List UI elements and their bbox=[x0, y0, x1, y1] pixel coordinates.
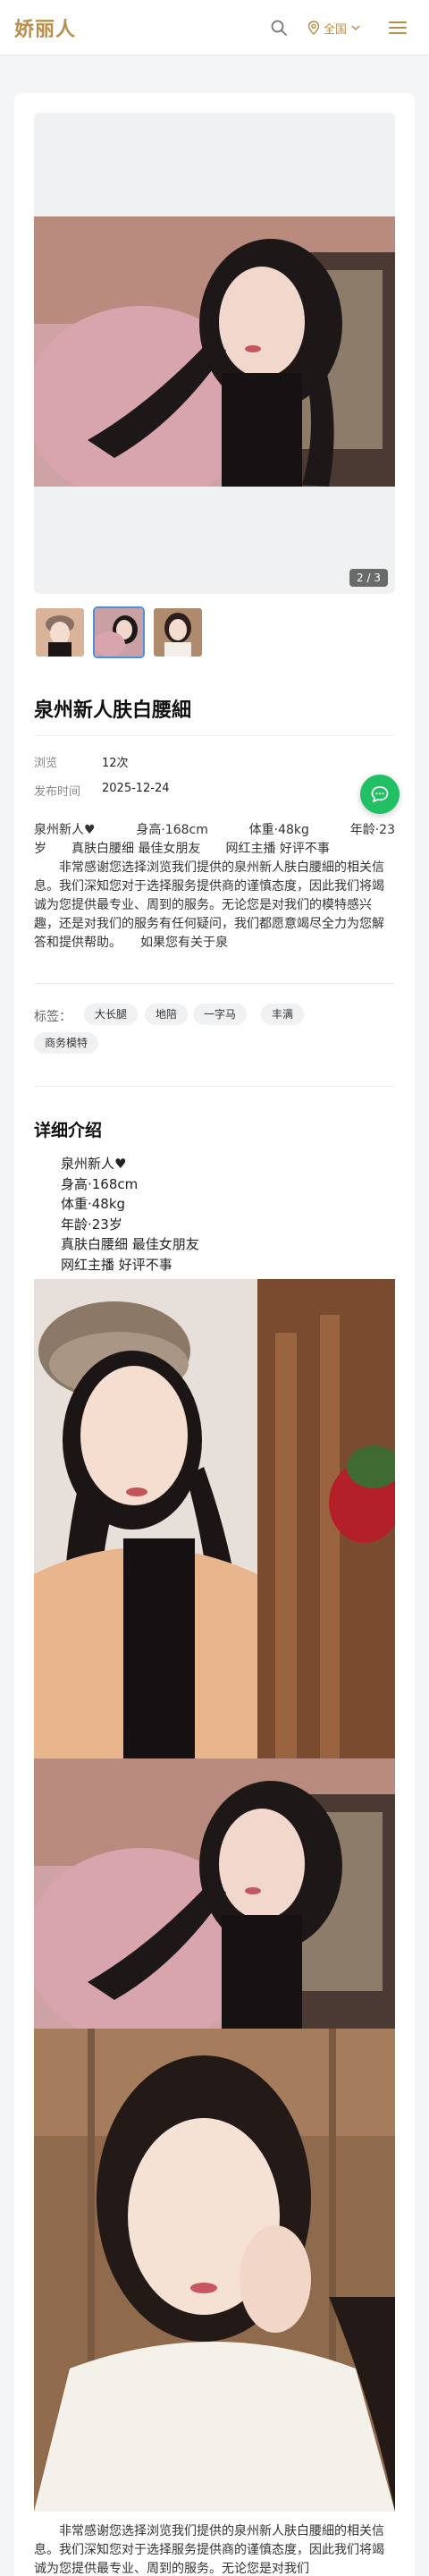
region-label: 全国 bbox=[324, 22, 348, 37]
tag-item[interactable]: 大长腿 bbox=[84, 1004, 139, 1025]
detail-line: 真肤白腰细 最佳女朋友 bbox=[61, 1236, 199, 1252]
region-selector[interactable]: 全国 bbox=[307, 17, 361, 38]
tags-label: 标签： bbox=[34, 1010, 72, 1024]
main-photo[interactable] bbox=[34, 216, 395, 487]
tag-item[interactable]: 丰满 bbox=[261, 1004, 305, 1025]
intro-stat: 年龄·23 bbox=[349, 823, 395, 837]
chat-bubble-icon bbox=[371, 786, 389, 802]
thumbnail-3[interactable] bbox=[152, 606, 204, 658]
detail-line: 体重·48kg bbox=[61, 1196, 126, 1212]
detail-line: 网红主播 好评不事 bbox=[61, 1256, 172, 1273]
divider bbox=[34, 1086, 395, 1087]
site-logo[interactable]: 娇丽人 bbox=[14, 13, 76, 42]
image-counter: 2 / 3 bbox=[349, 569, 388, 587]
menu-icon bbox=[389, 21, 407, 34]
intro-stats-row: 泉州新人♥ 身高·168cm 体重·48kg 年龄·23 bbox=[34, 821, 395, 840]
detail-photo-3[interactable] bbox=[34, 2029, 395, 2512]
listing-title: 泉州新人肤白腰細 bbox=[34, 699, 192, 722]
tag-item[interactable]: 地陪 bbox=[145, 1004, 189, 1025]
listing-card: 2 / 3 泉州新人肤白腰細 浏览 12次 发布时间 2025-12-24 泉州… bbox=[14, 93, 415, 2576]
detail-line: 泉州新人♥ bbox=[61, 1156, 127, 1172]
date-label: 发布时间 bbox=[34, 785, 81, 799]
tag-item[interactable]: 商务模特 bbox=[34, 1032, 99, 1054]
intro-body: 非常感谢您选择浏览我们提供的泉州新人肤白腰細的相关信息。我们深知您对于选择服务提… bbox=[34, 860, 384, 950]
chevron-down-icon bbox=[351, 25, 360, 31]
views-label: 浏览 bbox=[34, 757, 58, 770]
intro-line2: 岁 真肤白腰细 最佳女朋友 网红主播 好评不事 bbox=[34, 842, 330, 856]
details-title: 详细介绍 bbox=[34, 1121, 103, 1140]
detail-line: 年龄·23岁 bbox=[61, 1216, 122, 1233]
bottom-text: 非常感谢您选择浏览我们提供的泉州新人肤白腰細的相关信息。我们深知您对于选择服务提… bbox=[34, 2524, 384, 2576]
intro-stat: 体重·48kg bbox=[248, 823, 309, 837]
search-icon bbox=[271, 20, 287, 36]
thumbnail-2-image bbox=[95, 608, 143, 657]
detail-line: 身高·168cm bbox=[61, 1175, 139, 1192]
location-pin-icon bbox=[307, 21, 320, 35]
top-header: 娇丽人 全国 bbox=[0, 0, 429, 55]
detail-photo-2[interactable] bbox=[34, 1758, 395, 2029]
date-value: 2025-12-24 bbox=[102, 782, 170, 795]
views-row: 浏览 12次 bbox=[34, 753, 129, 770]
intro-stat: 泉州新人♥ bbox=[34, 823, 96, 837]
menu-button[interactable] bbox=[387, 17, 408, 38]
tag-item[interactable]: 一字马 bbox=[193, 1004, 248, 1025]
search-button[interactable] bbox=[268, 17, 290, 38]
thumbnail-3-image bbox=[154, 608, 202, 657]
views-value: 12次 bbox=[102, 757, 129, 770]
chat-button[interactable] bbox=[360, 775, 400, 814]
thumbnail-2[interactable] bbox=[93, 606, 145, 658]
details-list: 泉州新人♥ 身高·168cm 体重·48kg 年龄·23岁 真肤白腰细 最佳女朋… bbox=[61, 1154, 199, 1275]
date-row: 发布时间 2025-12-24 bbox=[34, 782, 170, 799]
divider bbox=[34, 983, 395, 984]
image-gallery[interactable]: 2 / 3 bbox=[34, 113, 395, 594]
intro-text: 泉州新人♥ 身高·168cm 体重·48kg 年龄·23 岁 真肤白腰细 最佳女… bbox=[34, 821, 395, 955]
thumbnail-1[interactable] bbox=[34, 606, 86, 658]
thumbnail-strip bbox=[34, 606, 204, 658]
thumbnail-1-image bbox=[36, 608, 84, 657]
intro-stat: 身高·168cm bbox=[136, 823, 208, 837]
divider bbox=[34, 735, 395, 736]
detail-photo-1[interactable] bbox=[34, 1279, 395, 1758]
